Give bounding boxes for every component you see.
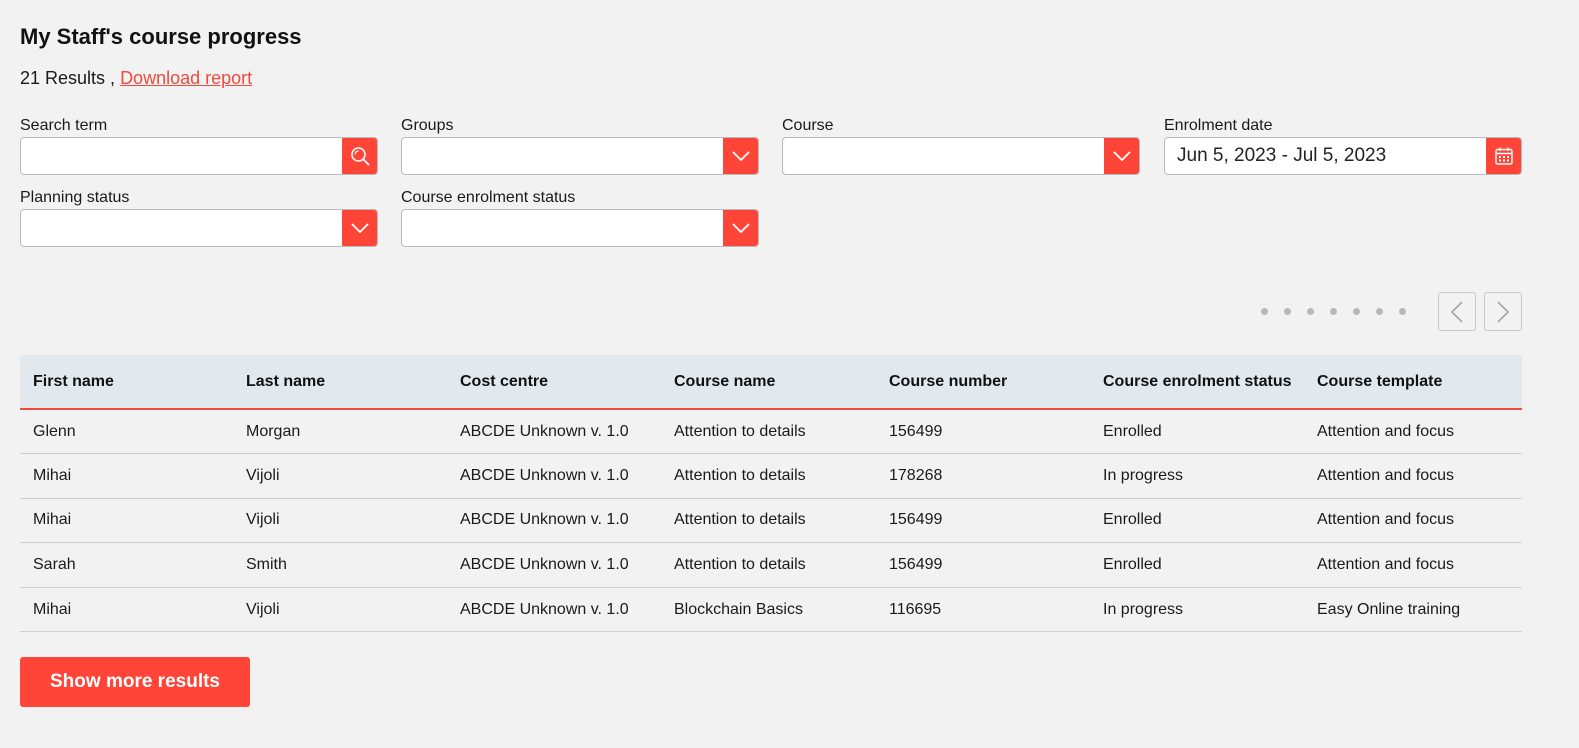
cell-first-name: Mihai <box>20 498 233 544</box>
pager-dot[interactable] <box>1284 308 1291 315</box>
planning-status-select[interactable] <box>20 209 378 247</box>
chevron-right-icon <box>1497 300 1509 323</box>
page-title: My Staff's course progress <box>20 24 302 49</box>
column-header-first-name[interactable]: First name <box>20 355 233 410</box>
results-summary: 21 Results , Download report <box>20 68 252 89</box>
course-label: Course <box>782 117 834 134</box>
cell-enrolment-status: In progress <box>1090 587 1304 633</box>
calendar-icon <box>1495 147 1513 165</box>
cell-course-name: Attention to details <box>661 498 876 544</box>
pager-dot[interactable] <box>1353 308 1360 315</box>
course-progress-table: First name Last name Cost centre Course … <box>20 355 1522 633</box>
groups-filter: Groups <box>401 116 759 175</box>
course-dropdown-button[interactable] <box>1104 138 1139 174</box>
course-enrolment-status-filter: Course enrolment status <box>401 188 759 247</box>
cell-cost-centre: ABCDE Unknown v. 1.0 <box>447 498 661 544</box>
cell-course-template: Attention and focus <box>1304 542 1522 588</box>
search-term-filter: Search term <box>20 116 378 175</box>
cell-enrolment-status: In progress <box>1090 453 1304 499</box>
cell-cost-centre: ABCDE Unknown v. 1.0 <box>447 587 661 633</box>
search-input[interactable] <box>20 137 378 175</box>
course-enrolment-status-label: Course enrolment status <box>401 189 576 206</box>
cell-cost-centre: ABCDE Unknown v. 1.0 <box>447 409 661 455</box>
search-button[interactable] <box>342 138 377 174</box>
calendar-button[interactable] <box>1486 138 1521 174</box>
cell-first-name: Glenn <box>20 409 233 455</box>
search-icon <box>351 147 370 166</box>
cell-course-number: 116695 <box>876 587 1090 633</box>
chevron-down-icon <box>1113 151 1131 161</box>
table-row[interactable]: Mihai Vijoli ABCDE Unknown v. 1.0 Attent… <box>20 498 1522 544</box>
enrolment-date-value: Jun 5, 2023 - Jul 5, 2023 <box>1177 145 1387 166</box>
cell-course-number: 178268 <box>876 453 1090 499</box>
cell-course-name: Attention to details <box>661 453 876 499</box>
column-header-course-number[interactable]: Course number <box>876 355 1090 410</box>
course-select[interactable] <box>782 137 1140 175</box>
cell-course-number: 156499 <box>876 542 1090 588</box>
cell-course-name: Attention to details <box>661 409 876 455</box>
pager-dot[interactable] <box>1376 308 1383 315</box>
column-pager <box>1261 292 1522 331</box>
next-page-button[interactable] <box>1484 292 1522 331</box>
enrolment-date-filter: Enrolment date Jun 5, 2023 - Jul 5, 2023 <box>1164 116 1522 175</box>
results-count: 21 Results , <box>20 68 116 88</box>
table-row[interactable]: Mihai Vijoli ABCDE Unknown v. 1.0 Attent… <box>20 453 1522 499</box>
cell-cost-centre: ABCDE Unknown v. 1.0 <box>447 453 661 499</box>
download-report-link[interactable]: Download report <box>120 68 252 88</box>
groups-dropdown-button[interactable] <box>723 138 758 174</box>
table-header-row: First name Last name Cost centre Course … <box>20 355 1522 410</box>
cell-last-name: Vijoli <box>233 498 447 544</box>
cell-first-name: Mihai <box>20 453 233 499</box>
cell-first-name: Sarah <box>20 542 233 588</box>
groups-label: Groups <box>401 117 454 134</box>
column-header-course-template[interactable]: Course template <box>1304 355 1522 410</box>
chevron-down-icon <box>351 223 369 233</box>
pager-dot[interactable] <box>1399 308 1406 315</box>
table-row[interactable]: Glenn Morgan ABCDE Unknown v. 1.0 Attent… <box>20 409 1522 455</box>
cell-course-template: Easy Online training <box>1304 587 1522 633</box>
enrolment-date-input[interactable]: Jun 5, 2023 - Jul 5, 2023 <box>1164 137 1522 175</box>
course-enrolment-status-dropdown-button[interactable] <box>723 210 758 246</box>
prev-page-button[interactable] <box>1438 292 1476 331</box>
pager-dot[interactable] <box>1261 308 1268 315</box>
course-filter: Course <box>782 116 1140 175</box>
cell-cost-centre: ABCDE Unknown v. 1.0 <box>447 542 661 588</box>
enrolment-date-label: Enrolment date <box>1164 117 1273 134</box>
cell-enrolment-status: Enrolled <box>1090 542 1304 588</box>
planning-status-dropdown-button[interactable] <box>342 210 377 246</box>
cell-course-name: Attention to details <box>661 542 876 588</box>
show-more-results-button[interactable]: Show more results <box>20 657 250 707</box>
pager-dot[interactable] <box>1307 308 1314 315</box>
cell-last-name: Vijoli <box>233 587 447 633</box>
column-header-course-name[interactable]: Course name <box>661 355 876 410</box>
cell-course-template: Attention and focus <box>1304 409 1522 455</box>
search-term-label: Search term <box>20 117 108 134</box>
course-enrolment-status-select[interactable] <box>401 209 759 247</box>
cell-enrolment-status: Enrolled <box>1090 409 1304 455</box>
pager-dots <box>1261 308 1406 315</box>
chevron-down-icon <box>732 223 750 233</box>
cell-first-name: Mihai <box>20 587 233 633</box>
cell-course-name: Blockchain Basics <box>661 587 876 633</box>
table-row[interactable]: Sarah Smith ABCDE Unknown v. 1.0 Attenti… <box>20 542 1522 588</box>
cell-course-template: Attention and focus <box>1304 498 1522 544</box>
column-header-last-name[interactable]: Last name <box>233 355 447 410</box>
chevron-down-icon <box>732 151 750 161</box>
column-header-cost-centre[interactable]: Cost centre <box>447 355 661 410</box>
cell-last-name: Morgan <box>233 409 447 455</box>
cell-last-name: Smith <box>233 542 447 588</box>
table-row[interactable]: Mihai Vijoli ABCDE Unknown v. 1.0 Blockc… <box>20 587 1522 633</box>
cell-last-name: Vijoli <box>233 453 447 499</box>
column-header-enrolment-status[interactable]: Course enrolment status <box>1090 355 1304 410</box>
planning-status-label: Planning status <box>20 189 130 206</box>
cell-course-number: 156499 <box>876 409 1090 455</box>
cell-course-template: Attention and focus <box>1304 453 1522 499</box>
cell-course-number: 156499 <box>876 498 1090 544</box>
planning-status-filter: Planning status <box>20 188 378 247</box>
cell-enrolment-status: Enrolled <box>1090 498 1304 544</box>
groups-select[interactable] <box>401 137 759 175</box>
chevron-left-icon <box>1451 300 1463 323</box>
pager-dot[interactable] <box>1330 308 1337 315</box>
